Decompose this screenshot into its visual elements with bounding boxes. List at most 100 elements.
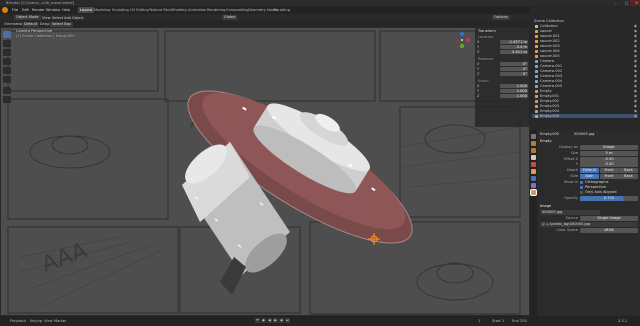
measure-tool[interactable] bbox=[3, 96, 11, 103]
start-frame[interactable]: 1 bbox=[502, 319, 504, 323]
tab-scripting[interactable]: Scripting bbox=[272, 7, 292, 13]
rotation-z[interactable]: Z 0° bbox=[477, 72, 528, 76]
add-menu[interactable]: Add bbox=[64, 16, 71, 20]
outliner-item[interactable]: Camera.002 ◉ bbox=[532, 69, 638, 73]
outliner-item[interactable]: Camera.001 ◉ bbox=[532, 64, 638, 68]
scale-x[interactable]: X 1.000 bbox=[477, 84, 528, 88]
constraints-tab-icon[interactable] bbox=[531, 183, 536, 188]
annotate-tool[interactable] bbox=[3, 87, 11, 94]
filepath-field[interactable]: //..\..\comic_bg\000005.jpg bbox=[540, 222, 638, 227]
display-as-select[interactable]: Image bbox=[580, 145, 638, 150]
outliner-item[interactable]: saucer.004 ◉ bbox=[532, 49, 638, 53]
tool-tab-icon[interactable] bbox=[531, 134, 536, 139]
play-reverse-icon[interactable]: ◀ bbox=[267, 318, 272, 323]
select-box-tool[interactable] bbox=[3, 31, 11, 38]
colorspace-select[interactable]: sRGB bbox=[580, 228, 638, 233]
object-tab-icon[interactable] bbox=[531, 169, 536, 174]
keying-menu[interactable]: Keying bbox=[30, 319, 42, 323]
side-both[interactable]: Both bbox=[580, 174, 599, 179]
scene-tab-icon[interactable] bbox=[531, 155, 536, 160]
depth-front[interactable]: Front bbox=[599, 168, 619, 173]
outliner-item[interactable]: saucer ◉ bbox=[532, 29, 638, 33]
depth-back[interactable]: Back bbox=[619, 168, 638, 173]
rotate-tool[interactable] bbox=[3, 58, 11, 65]
menu-window[interactable]: Window bbox=[46, 8, 60, 12]
outliner-item[interactable]: saucer.003 ◉ bbox=[532, 44, 638, 48]
transform-tool[interactable] bbox=[3, 76, 11, 83]
image-datablock[interactable]: 000005.jpg bbox=[540, 210, 600, 215]
outliner-item[interactable]: Camera.003 ◉ bbox=[532, 74, 638, 78]
empty-section-header[interactable]: Empty bbox=[540, 139, 638, 144]
scale-z[interactable]: Z 1.000 bbox=[477, 94, 528, 98]
select-menu[interactable]: Select bbox=[52, 16, 63, 20]
view-menu-timeline[interactable]: View bbox=[44, 319, 53, 323]
location-z[interactable]: Z 5.411 m bbox=[477, 50, 528, 54]
drag-label: Drag: bbox=[40, 22, 50, 26]
options-menu[interactable]: Options bbox=[492, 15, 510, 20]
menu-edit[interactable]: Edit bbox=[22, 8, 29, 12]
mode-selector[interactable]: Object Mode bbox=[14, 15, 41, 20]
data-tab-icon[interactable] bbox=[530, 189, 537, 196]
cursor-tool[interactable] bbox=[3, 40, 11, 47]
transform-orientation[interactable]: Global bbox=[222, 15, 238, 20]
world-tab-icon[interactable] bbox=[531, 162, 536, 167]
persp-checkbox[interactable] bbox=[580, 185, 583, 189]
current-frame[interactable]: 1 bbox=[478, 319, 480, 323]
play-icon[interactable]: ▶ bbox=[273, 318, 278, 323]
outliner-item[interactable]: saucer.001 ◉ bbox=[532, 34, 638, 38]
size-field[interactable]: 5 m bbox=[580, 151, 638, 156]
offset-y-field[interactable]: -0.50 bbox=[580, 162, 638, 167]
outliner-item[interactable]: Empty.003 ◉ bbox=[532, 104, 638, 108]
outliner-item[interactable]: Collection ◉ bbox=[532, 24, 638, 28]
menu-render[interactable]: Render bbox=[32, 8, 45, 12]
ortho-checkbox[interactable] bbox=[580, 180, 583, 184]
move-tool[interactable] bbox=[3, 49, 11, 56]
rotation-y[interactable]: Y 0° bbox=[477, 67, 528, 71]
outliner-item[interactable]: saucer.005 ◉ bbox=[532, 54, 638, 58]
marker-menu[interactable]: Marker bbox=[54, 319, 66, 323]
outliner-item[interactable]: Empty.001 ◉ bbox=[532, 94, 638, 98]
outliner-item[interactable]: saucer.002 ◉ bbox=[532, 39, 638, 43]
axis-aligned-checkbox[interactable] bbox=[580, 190, 583, 194]
location-x[interactable]: X -1.4571 m bbox=[477, 40, 528, 44]
active-object-text: (1) Scene Collection | Empty.005 bbox=[16, 34, 75, 38]
outliner-root[interactable]: Scene Collection bbox=[532, 19, 638, 23]
scale-tool[interactable] bbox=[3, 67, 11, 74]
render-tab-icon[interactable] bbox=[531, 141, 536, 146]
physics-tab-icon[interactable] bbox=[531, 176, 536, 181]
rotation-x[interactable]: X 0° bbox=[477, 62, 528, 66]
outliner-item[interactable]: Camera.004 ◉ bbox=[532, 79, 638, 83]
menu-help[interactable]: Help bbox=[62, 8, 70, 12]
menu-file[interactable]: File bbox=[12, 8, 18, 12]
playback-menu[interactable]: Playback bbox=[10, 319, 26, 323]
location-y[interactable]: Y -3.4 m bbox=[477, 45, 528, 49]
outliner-item[interactable]: Empty.004 ◉ bbox=[532, 109, 638, 113]
outliner-item[interactable]: Empty ◉ bbox=[532, 89, 638, 93]
side-back[interactable]: Back bbox=[619, 174, 638, 179]
side-front[interactable]: Front bbox=[599, 174, 619, 179]
blender-logo-icon[interactable] bbox=[2, 7, 8, 13]
scale-y[interactable]: Y 1.000 bbox=[477, 89, 528, 93]
outliner-item[interactable]: Empty.002 ◉ bbox=[532, 99, 638, 103]
orientation-select[interactable]: Default bbox=[22, 21, 40, 27]
offset-x-field[interactable]: -0.50 bbox=[580, 157, 638, 162]
end-frame[interactable]: 250 bbox=[520, 319, 527, 323]
outliner-item-selected[interactable]: Empty.005 ◉ bbox=[532, 114, 638, 118]
navigation-gizmo[interactable] bbox=[452, 30, 472, 50]
outliner-item[interactable]: Camera.005 ◉ bbox=[532, 84, 638, 88]
output-tab-icon[interactable] bbox=[531, 148, 536, 153]
opacity-slider[interactable]: 0.750 bbox=[580, 196, 638, 201]
outliner-item[interactable]: Camera ◉ bbox=[532, 59, 638, 63]
image-section-header[interactable]: Image bbox=[540, 204, 638, 209]
drag-select[interactable]: Select Box bbox=[50, 21, 73, 27]
depth-default[interactable]: Default bbox=[580, 168, 599, 173]
data-name[interactable]: 000005.jpg bbox=[574, 132, 594, 136]
jump-start-icon[interactable]: ⏮ bbox=[255, 318, 260, 323]
view-menu[interactable]: View bbox=[42, 16, 51, 20]
prev-key-icon[interactable]: ◆ bbox=[261, 318, 266, 323]
viewport-3d[interactable]: AAA AAA bbox=[0, 27, 530, 316]
object-menu[interactable]: Object bbox=[72, 16, 84, 20]
next-key-icon[interactable]: ◆ bbox=[279, 318, 284, 323]
source-select[interactable]: Single Image bbox=[580, 216, 638, 221]
jump-end-icon[interactable]: ⏭ bbox=[285, 318, 290, 323]
